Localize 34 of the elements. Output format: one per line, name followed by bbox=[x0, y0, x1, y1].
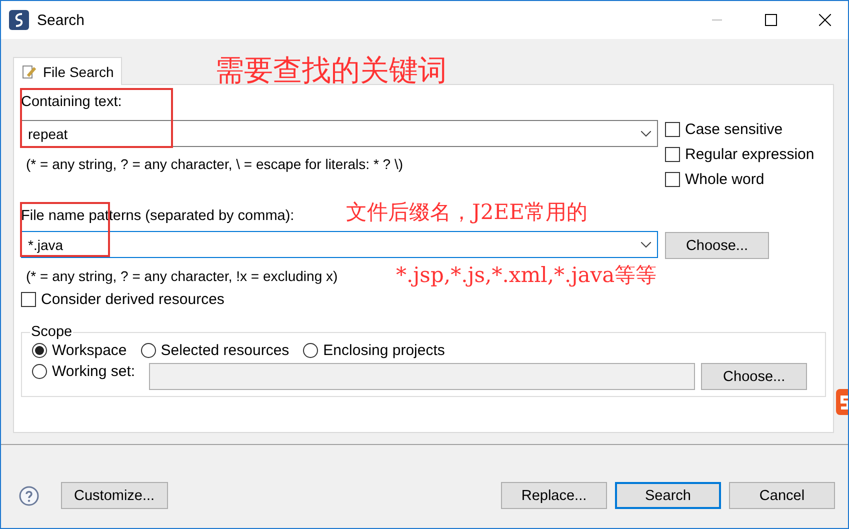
ime-icon bbox=[834, 389, 848, 415]
close-icon[interactable] bbox=[819, 14, 831, 26]
hint-text: (* = any string, ? = any character, \ = escape for literals: * ? \) bbox=[26, 156, 404, 172]
choose-button[interactable]: Choose... bbox=[665, 232, 769, 259]
dialog-button[interactable]: Replace... bbox=[501, 482, 607, 509]
tab[interactable]: File Search bbox=[13, 57, 122, 85]
checkbox[interactable]: Case sensitive bbox=[665, 121, 783, 138]
pattern-combo-field[interactable]: *.java bbox=[21, 231, 658, 258]
chevron-down-icon[interactable] bbox=[641, 130, 651, 136]
help-icon[interactable] bbox=[19, 486, 39, 506]
chevron-down-icon[interactable] bbox=[641, 242, 651, 248]
working-set-field[interactable] bbox=[149, 363, 696, 390]
annotation-text: 需要查找的关键词 bbox=[215, 52, 447, 89]
dialog-button[interactable]: Search bbox=[615, 482, 721, 509]
customize-button[interactable]: Customize... bbox=[61, 482, 168, 509]
annotation-text: *.jsp,*.js,*.xml,*.java等等 bbox=[396, 263, 657, 287]
radio-button[interactable]: Selected resources bbox=[140, 342, 290, 359]
choose-button[interactable]: Choose... bbox=[701, 363, 808, 390]
hint-text: (* = any string, ? = any character, !x = excluding x) bbox=[26, 268, 338, 284]
checkbox[interactable]: Regular expression bbox=[665, 146, 814, 163]
text-combo-field[interactable]: repeat bbox=[21, 120, 658, 147]
field-label: Containing text: bbox=[21, 93, 122, 111]
group-title: Scope bbox=[30, 324, 74, 340]
checkbox[interactable]: Consider derived resources bbox=[21, 291, 224, 308]
radio-button[interactable]: Enclosing projects bbox=[303, 342, 445, 359]
window-title: Search bbox=[37, 12, 86, 28]
dialog-button[interactable]: Cancel bbox=[729, 482, 835, 509]
checkbox[interactable]: Whole word bbox=[665, 171, 764, 188]
radio-button[interactable]: Working set: bbox=[32, 363, 136, 380]
maximize-icon[interactable] bbox=[765, 14, 777, 26]
annotation-text: 文件后缀名，J2EE常用的 bbox=[346, 200, 588, 224]
radio-button[interactable]: Workspace bbox=[32, 342, 127, 359]
document-pencil-icon bbox=[21, 64, 37, 80]
app-icon bbox=[9, 10, 29, 30]
